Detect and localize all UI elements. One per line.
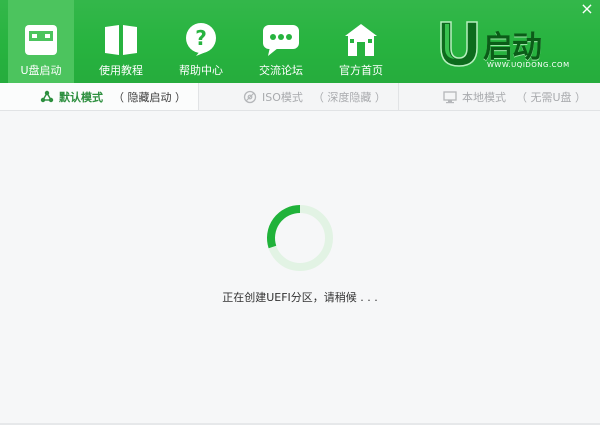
disc-icon xyxy=(243,90,257,104)
mode-tab-bar: 默认模式 （ 隐藏启动 ） ISO模式 （ 深度隐藏 ） 本地模式 （ 无需U盘… xyxy=(0,83,600,111)
spinner-arc xyxy=(267,205,301,249)
book-icon xyxy=(102,21,140,59)
status-text: 正在创建UEFI分区，请稍候 . . . xyxy=(222,291,378,304)
nav-item-tutorial[interactable]: 使用教程 xyxy=(88,0,154,83)
tab-subtitle: （ 深度隐藏 ） xyxy=(312,90,386,104)
logo-u-mark xyxy=(440,21,478,67)
logo-url-text: WWW.UQIDONG.COM xyxy=(487,61,570,69)
help-icon: ? xyxy=(182,21,220,59)
tab-local-mode[interactable]: 本地模式 （ 无需U盘 ） xyxy=(400,83,600,110)
nav-label: U盘启动 xyxy=(20,64,62,77)
share-icon xyxy=(40,90,54,104)
main-nav: U盘启动 使用教程 ? 帮助中心 交流论坛 官方首页 xyxy=(8,0,408,83)
home-icon xyxy=(342,21,380,59)
header-bar: U盘启动 使用教程 ? 帮助中心 交流论坛 官方首页 启动 WWW.UQIDON… xyxy=(0,0,600,83)
logo: 启动 WWW.UQIDONG.COM xyxy=(435,20,575,72)
tab-default-mode[interactable]: 默认模式 （ 隐藏启动 ） xyxy=(0,83,199,110)
usb-drive-icon xyxy=(22,21,60,59)
progress-spinner xyxy=(267,205,333,271)
tab-subtitle: （ 无需U盘 ） xyxy=(516,90,587,104)
close-button[interactable]: × xyxy=(580,1,594,17)
chat-icon xyxy=(262,21,300,59)
app-window: U盘启动 使用教程 ? 帮助中心 交流论坛 官方首页 启动 WWW.UQIDON… xyxy=(0,0,600,425)
nav-label: 使用教程 xyxy=(99,64,143,77)
nav-label: 帮助中心 xyxy=(179,64,223,77)
tab-name: 默认模式 xyxy=(59,90,103,104)
logo-brand-text: 启动 xyxy=(483,30,542,65)
progress-area: 正在创建UEFI分区，请稍候 . . . xyxy=(0,111,600,425)
nav-label: 官方首页 xyxy=(339,64,383,77)
tab-name: 本地模式 xyxy=(462,90,506,104)
nav-item-usb-boot[interactable]: U盘启动 xyxy=(8,0,74,83)
nav-label: 交流论坛 xyxy=(259,64,303,77)
tab-name: ISO模式 xyxy=(262,90,303,104)
monitor-icon xyxy=(443,90,457,104)
tab-subtitle: （ 隐藏启动 ） xyxy=(113,90,186,104)
svg-text:?: ? xyxy=(195,26,207,50)
nav-item-help[interactable]: ? 帮助中心 xyxy=(168,0,234,83)
nav-item-forum[interactable]: 交流论坛 xyxy=(248,0,314,83)
nav-item-homepage[interactable]: 官方首页 xyxy=(328,0,394,83)
tab-iso-mode[interactable]: ISO模式 （ 深度隐藏 ） xyxy=(200,83,399,110)
